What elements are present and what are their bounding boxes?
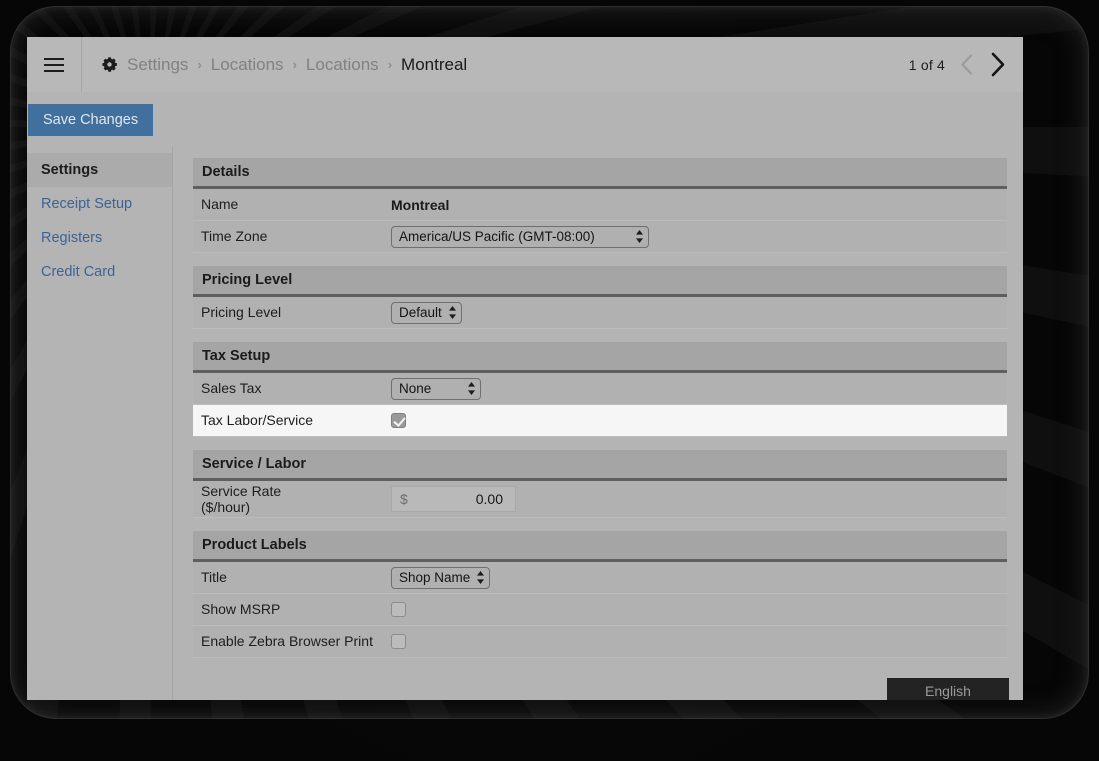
field-label-service-rate: Service Rate ($/hour) <box>193 483 391 515</box>
time-zone-select[interactable]: America/US Pacific (GMT-08:00) <box>391 225 649 248</box>
field-row-time-zone: Time Zone America/US Pacific (GMT-08:00) <box>193 221 1007 253</box>
section-header-details: Details <box>193 158 1007 189</box>
field-value-name: Montreal <box>391 196 450 213</box>
field-label-sales-tax: Sales Tax <box>201 380 262 397</box>
breadcrumb-item-locations[interactable]: Locations <box>211 56 284 73</box>
section-header-product-labels: Product Labels <box>193 531 1007 562</box>
field-label-tax-labor-service: Tax Labor/Service <box>201 412 314 429</box>
field-row-tax-labor-service[interactable]: Tax Labor/Service <box>193 405 1007 437</box>
field-label-time-zone: Time Zone <box>201 228 268 245</box>
tax-labor-service-checkbox[interactable] <box>391 413 406 428</box>
hamburger-line <box>44 63 64 66</box>
updown-arrows-icon <box>636 230 643 243</box>
sidebar-item-label: Registers <box>41 230 103 246</box>
breadcrumb-item-locations-2[interactable]: Locations <box>306 56 379 73</box>
save-changes-button[interactable]: Save Changes <box>28 103 154 136</box>
currency-symbol: $ <box>400 491 408 507</box>
sidebar-item-settings: Settings <box>27 153 172 187</box>
header-bar: Settings › Locations › Locations › Montr… <box>27 37 1023 92</box>
sidebar-item-label: Settings <box>41 162 99 178</box>
field-label-title: Title <box>201 569 227 586</box>
pager-count: 1 of 4 <box>908 56 945 73</box>
field-row-show-msrp[interactable]: Show MSRP <box>193 594 1007 626</box>
field-row-name: Name Montreal <box>193 189 1007 221</box>
field-label-enable-zebra-print: Enable Zebra Browser Print <box>201 633 373 650</box>
field-label-name: Name <box>201 196 239 213</box>
settings-sidebar: Settings Receipt Setup Registers Credit … <box>27 147 173 700</box>
chevron-right-icon[interactable] <box>987 52 1009 78</box>
sales-tax-value: None <box>399 381 432 396</box>
breadcrumb: Settings › Locations › Locations › Montr… <box>82 56 467 73</box>
sidebar-item-receipt-setup[interactable]: Receipt Setup <box>27 187 172 221</box>
field-row-sales-tax: Sales Tax None <box>193 373 1007 405</box>
gear-icon[interactable] <box>101 56 118 73</box>
updown-arrows-icon <box>448 306 456 319</box>
settings-form: Details Name Montreal Time Zone America/… <box>173 147 1023 700</box>
service-rate-label-main: Service Rate <box>201 482 282 499</box>
service-rate-label-unit: ($/hour) <box>201 499 251 515</box>
pricing-level-value: Default <box>399 305 442 320</box>
sidebar-item-label: Credit Card <box>41 264 116 280</box>
service-rate-input[interactable]: $ 0.00 <box>391 486 516 512</box>
product-label-title-value: Shop Name <box>399 570 471 585</box>
sidebar-item-registers[interactable]: Registers <box>27 221 172 255</box>
enable-zebra-print-checkbox[interactable] <box>391 634 406 649</box>
breadcrumb-item-montreal: Montreal <box>401 55 468 74</box>
body-region: Settings Receipt Setup Registers Credit … <box>27 147 1023 700</box>
field-row-pricing-level: Pricing Level Default <box>193 297 1007 329</box>
hamburger-icon[interactable] <box>27 37 82 92</box>
section-header-tax-setup: Tax Setup <box>193 342 1007 373</box>
field-row-title: Title Shop Name <box>193 562 1007 594</box>
chevron-left-icon[interactable] <box>955 52 977 78</box>
time-zone-value: America/US Pacific (GMT-08:00) <box>399 229 595 244</box>
field-row-service-rate: Service Rate ($/hour) $ 0.00 <box>193 481 1007 518</box>
hamburger-line <box>44 57 64 60</box>
product-label-title-select[interactable]: Shop Name <box>391 566 491 589</box>
field-row-enable-zebra-print[interactable]: Enable Zebra Browser Print <box>193 626 1007 658</box>
updown-arrows-icon <box>468 382 475 395</box>
section-header-pricing-level: Pricing Level <box>193 266 1007 297</box>
service-rate-value: 0.00 <box>475 491 503 507</box>
pricing-level-select[interactable]: Default <box>391 301 462 324</box>
section-header-service-labor: Service / Labor <box>193 450 1007 481</box>
updown-arrows-icon <box>477 571 485 584</box>
sidebar-item-label: Receipt Setup <box>41 196 133 212</box>
action-bar: Save Changes <box>27 92 1023 147</box>
sales-tax-select[interactable]: None <box>391 377 481 400</box>
field-label-show-msrp: Show MSRP <box>201 601 281 618</box>
field-label-pricing-level: Pricing Level <box>201 304 282 321</box>
language-selector[interactable]: English <box>887 678 1009 700</box>
breadcrumb-separator: › <box>197 57 202 72</box>
application-window: Settings › Locations › Locations › Montr… <box>27 37 1023 700</box>
sidebar-item-credit-card[interactable]: Credit Card <box>27 255 172 289</box>
breadcrumb-separator: › <box>292 57 297 72</box>
record-pager: 1 of 4 <box>909 37 1009 92</box>
show-msrp-checkbox[interactable] <box>391 602 406 617</box>
hamburger-line <box>44 69 64 72</box>
breadcrumb-item-settings[interactable]: Settings <box>127 56 188 73</box>
breadcrumb-separator: › <box>387 57 393 72</box>
